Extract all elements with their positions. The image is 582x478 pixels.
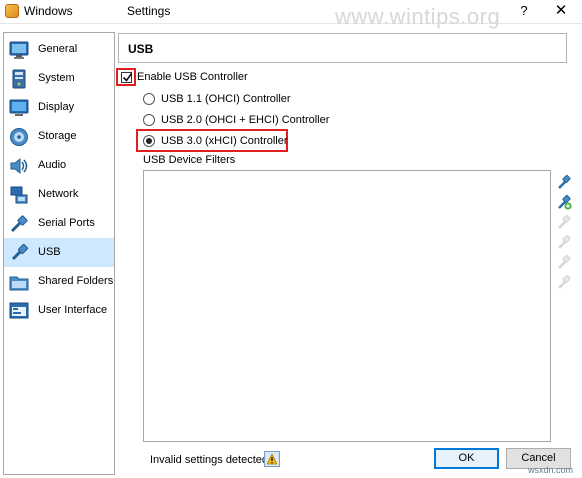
general-icon (9, 41, 29, 59)
sidebar-item-label: Storage (38, 130, 77, 142)
sidebar-item-usb[interactable]: USB (4, 238, 114, 267)
page-title: USB (128, 42, 154, 56)
remove-filter-icon (558, 235, 571, 249)
network-icon (10, 186, 28, 204)
watermark-text: www.wintips.org (335, 4, 501, 29)
enable-usb-highlight (116, 68, 136, 86)
usb-2-0-label[interactable]: USB 2.0 (OHCI + EHCI) Controller (161, 114, 329, 126)
sidebar-item-label: Serial Ports (38, 217, 95, 229)
sidebar-item-label: Shared Folders (38, 275, 114, 287)
user-interface-icon (9, 302, 29, 319)
storage-icon (10, 128, 28, 146)
usb-3-0-label[interactable]: USB 3.0 (xHCI) Controller (161, 135, 288, 147)
audio-icon (10, 157, 28, 175)
sidebar-item-serial-ports[interactable]: Serial Ports (4, 209, 114, 238)
sidebar-item-label: General (38, 43, 78, 55)
usb-2-0-radio[interactable] (143, 114, 155, 126)
ok-button[interactable]: OK (434, 448, 499, 469)
add-empty-filter-icon[interactable] (556, 174, 572, 190)
usb-device-filters-list[interactable] (143, 170, 551, 442)
sidebar-item-system[interactable]: System (4, 64, 114, 93)
usb-1-1-label[interactable]: USB 1.1 (OHCI) Controller (161, 93, 291, 105)
usb-3-0-radio[interactable] (143, 135, 155, 147)
warning-icon[interactable] (264, 451, 280, 467)
sidebar-item-label: Display (38, 101, 75, 113)
close-button[interactable]: ✕ (546, 0, 576, 22)
usb-device-filters-label: USB Device Filters (143, 154, 236, 166)
sidebar-item-label: System (38, 72, 75, 84)
shared-folders-icon (9, 276, 29, 291)
move-down-icon (558, 275, 571, 289)
settings-sidebar: General System Display Storage Audio Net… (3, 32, 115, 475)
sidebar-item-general[interactable]: General (4, 35, 114, 64)
usb-1-1-radio[interactable] (143, 93, 155, 105)
settings-title: Settings (127, 4, 171, 18)
system-icon (12, 69, 26, 89)
enable-usb-checkbox[interactable] (121, 72, 133, 83)
sidebar-item-label: Audio (38, 159, 67, 171)
sidebar-item-shared-folders[interactable]: Shared Folders (4, 267, 114, 296)
window-title: Windows (24, 4, 73, 18)
help-button[interactable]: ? (513, 1, 535, 21)
sidebar-item-label: User Interface (38, 304, 108, 316)
sidebar-item-label: USB (38, 246, 61, 258)
sidebar-item-display[interactable]: Display (4, 93, 114, 122)
enable-usb-label[interactable]: Enable USB Controller (137, 71, 248, 83)
sidebar-item-network[interactable]: Network (4, 180, 114, 209)
add-device-filter-icon[interactable] (556, 194, 572, 210)
sidebar-item-audio[interactable]: Audio (4, 151, 114, 180)
title-bar: Windows Settings www.wintips.org ? ✕ (0, 0, 582, 29)
sidebar-item-label: Network (38, 188, 79, 200)
move-up-icon (558, 255, 571, 269)
sidebar-item-storage[interactable]: Storage (4, 122, 114, 151)
page-header: USB (118, 33, 567, 63)
display-icon (9, 99, 29, 116)
brand-watermark: wsxdn.com (528, 465, 574, 475)
serial-ports-icon (10, 215, 28, 233)
sidebar-item-user-interface[interactable]: User Interface (4, 296, 114, 325)
status-message: Invalid settings detected (150, 454, 269, 466)
edit-filter-icon (558, 215, 571, 229)
checkmark-icon (122, 73, 133, 82)
usb-icon (11, 243, 29, 261)
virtualbox-app-icon (5, 4, 19, 18)
